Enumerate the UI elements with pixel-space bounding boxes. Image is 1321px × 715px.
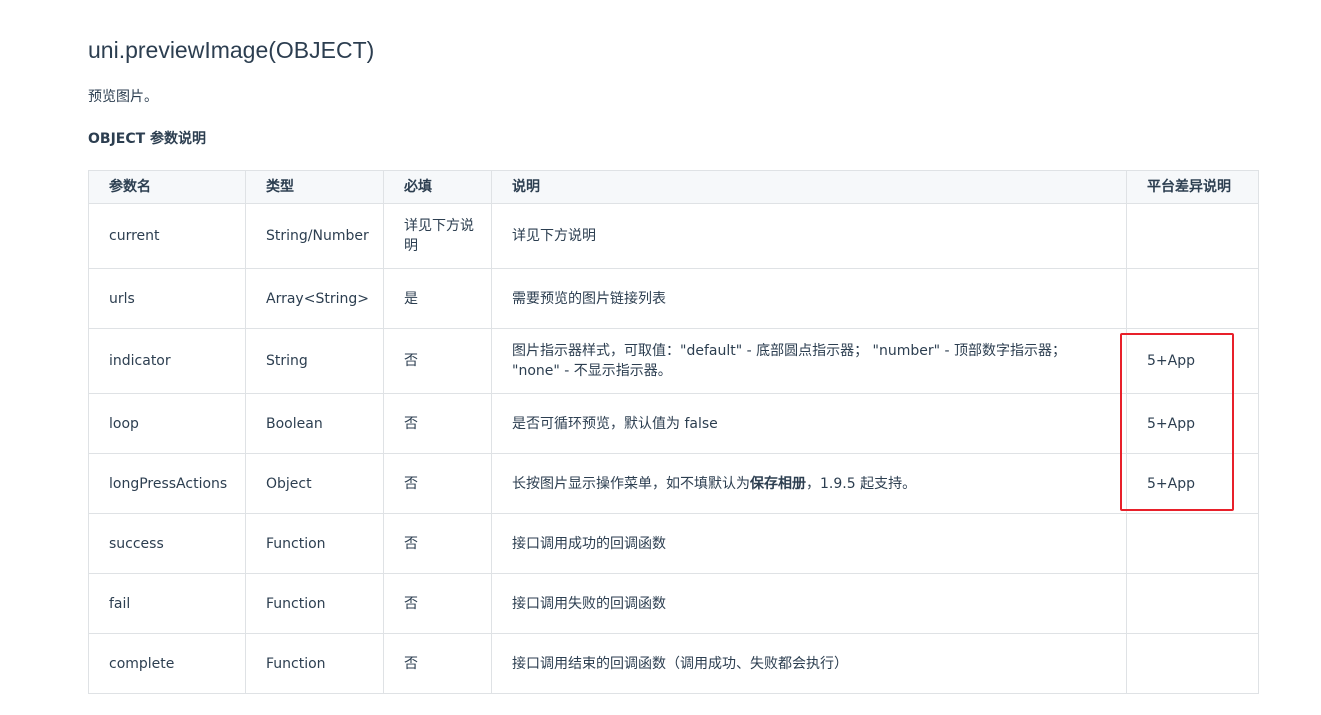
table-row: success Function 否 接口调用成功的回调函数 [88,513,1259,574]
param-required: 否 [383,393,492,454]
param-desc: 详见下方说明 [491,203,1127,269]
param-desc-bold: 保存相册 [750,475,806,492]
param-name: fail [88,573,246,634]
param-desc: 接口调用失败的回调函数 [491,573,1127,634]
param-name: urls [88,268,246,329]
param-required: 否 [383,513,492,574]
param-desc: 接口调用结束的回调函数（调用成功、失败都会执行） [491,633,1127,694]
param-type: Boolean [245,393,384,454]
table-row: current String/Number 详见下方说明 详见下方说明 [88,203,1259,269]
header-platform: 平台差异说明 [1126,170,1259,204]
table-header-row: 参数名 类型 必填 说明 平台差异说明 [88,170,1259,204]
param-required: 否 [383,453,492,514]
param-name: success [88,513,246,574]
param-name: loop [88,393,246,454]
param-type: Function [245,573,384,634]
params-table: 参数名 类型 必填 说明 平台差异说明 current String/Numbe… [88,170,1259,694]
api-title: uni.previewImage(OBJECT) [88,37,375,63]
param-platform: 5+App [1126,453,1259,514]
param-required: 否 [383,328,492,394]
param-desc: 长按图片显示操作菜单，如不填默认为保存相册，1.9.5 起支持。 [491,453,1127,514]
param-required: 详见下方说明 [383,203,492,269]
param-name: complete [88,633,246,694]
param-type: Array<String> [245,268,384,329]
param-type: String/Number [245,203,384,269]
api-description: 预览图片。 [88,89,158,105]
header-name: 参数名 [88,170,246,204]
param-desc-text-tail: ，1.9.5 起支持。 [806,475,917,492]
table-row: fail Function 否 接口调用失败的回调函数 [88,573,1259,634]
table-row: indicator String 否 图片指示器样式，可取值："default"… [88,328,1259,394]
table-row: loop Boolean 否 是否可循环预览，默认值为 false 5+App [88,393,1259,454]
params-section-title: OBJECT 参数说明 [88,131,207,147]
header-required: 必填 [383,170,492,204]
table-row: complete Function 否 接口调用结束的回调函数（调用成功、失败都… [88,633,1259,694]
param-platform: 5+App [1126,328,1259,394]
param-platform [1126,573,1259,634]
param-required: 否 [383,633,492,694]
param-name: indicator [88,328,246,394]
param-type: Function [245,633,384,694]
param-required: 是 [383,268,492,329]
param-type: Function [245,513,384,574]
table-row: longPressActions Object 否 长按图片显示操作菜单，如不填… [88,453,1259,514]
param-desc: 需要预览的图片链接列表 [491,268,1127,329]
table-row: urls Array<String> 是 需要预览的图片链接列表 [88,268,1259,329]
param-desc: 是否可循环预览，默认值为 false [491,393,1127,454]
param-name: current [88,203,246,269]
header-type: 类型 [245,170,384,204]
param-type: Object [245,453,384,514]
param-platform [1126,633,1259,694]
param-desc-text: 长按图片显示操作菜单，如不填默认为 [512,475,750,492]
header-desc: 说明 [491,170,1127,204]
param-required: 否 [383,573,492,634]
param-name: longPressActions [88,453,246,514]
param-type: String [245,328,384,394]
param-platform [1126,513,1259,574]
param-desc: 图片指示器样式，可取值："default" - 底部圆点指示器； "number… [491,328,1127,394]
param-platform [1126,203,1259,269]
param-platform: 5+App [1126,393,1259,454]
param-desc: 接口调用成功的回调函数 [491,513,1127,574]
param-platform [1126,268,1259,329]
